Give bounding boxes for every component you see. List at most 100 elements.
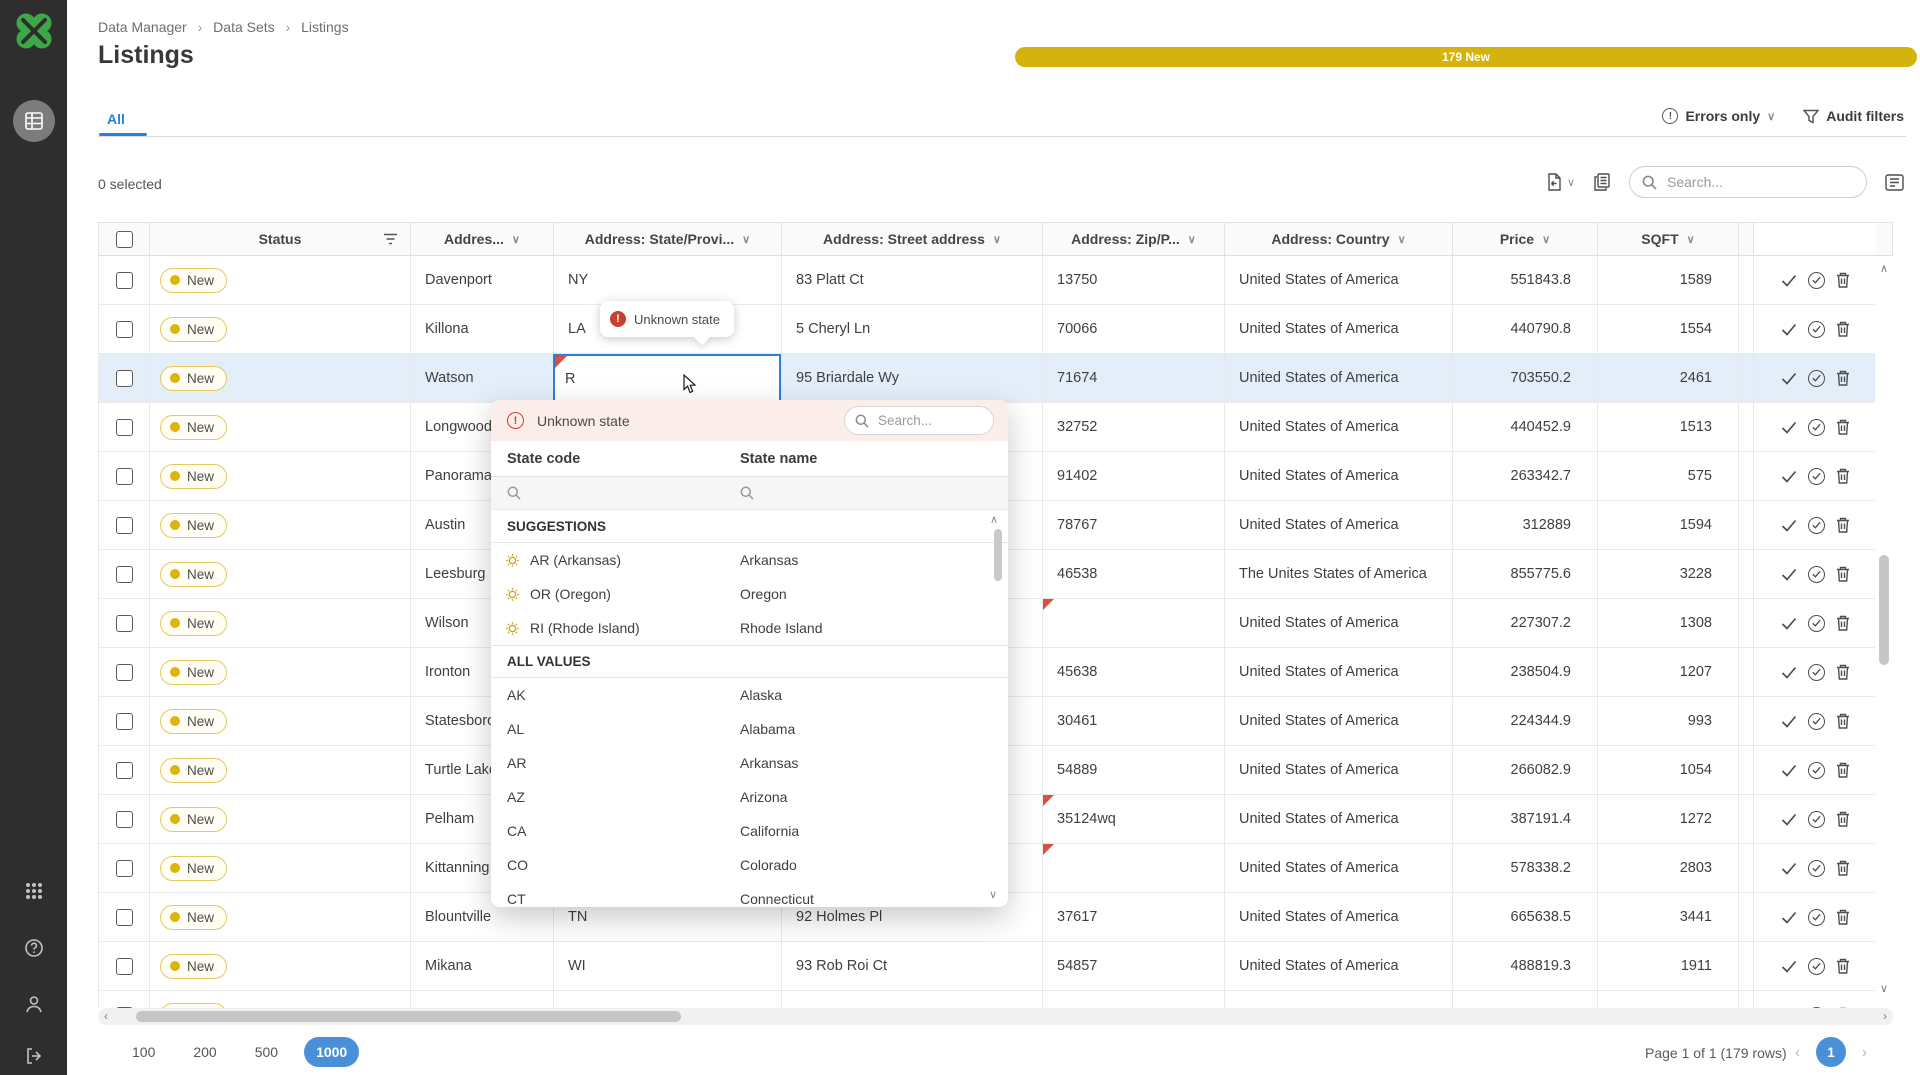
approve-check-icon[interactable] — [1781, 274, 1797, 287]
city-cell[interactable]: Mikana — [411, 942, 554, 990]
sqft-cell[interactable]: 2803 — [1598, 844, 1739, 892]
approve-check-icon[interactable] — [1781, 323, 1797, 336]
row-checkbox[interactable] — [116, 272, 133, 289]
sqft-cell[interactable]: 1594 — [1598, 501, 1739, 549]
price-cell[interactable]: 703550.2 — [1453, 354, 1598, 402]
country-cell[interactable]: United States of America — [1225, 893, 1453, 941]
chevron-down-icon[interactable]: ∨ — [1687, 233, 1695, 246]
table-search[interactable] — [1629, 166, 1867, 198]
price-cell[interactable]: 855775.6 — [1453, 550, 1598, 598]
delete-trash-icon[interactable] — [1836, 909, 1850, 925]
state-cell[interactable]: WI — [554, 942, 782, 990]
popup-scroll-down-icon[interactable]: ∨ — [986, 888, 1000, 901]
sqft-cell[interactable]: 1589 — [1598, 256, 1739, 304]
zip-cell[interactable]: 37617 — [1043, 893, 1225, 941]
side-panel-button[interactable] — [1885, 174, 1904, 191]
column-header-state[interactable]: Address: State/Provi...∨ — [554, 223, 782, 255]
row-checkbox[interactable] — [116, 713, 133, 730]
prev-page-icon[interactable]: ‹ — [1795, 1044, 1800, 1061]
approve-check-icon[interactable] — [1781, 666, 1797, 679]
zip-cell[interactable]: 32752 — [1043, 403, 1225, 451]
price-cell[interactable]: 263342.7 — [1453, 452, 1598, 500]
column-header-city[interactable]: Addres...∨ — [411, 223, 554, 255]
verify-circle-check-icon[interactable] — [1808, 762, 1825, 779]
city-cell[interactable]: Watson — [411, 354, 554, 402]
row-select-cell[interactable] — [99, 942, 150, 990]
price-cell[interactable]: 578338.2 — [1453, 844, 1598, 892]
chevron-down-icon[interactable]: ∨ — [512, 233, 520, 246]
zip-cell[interactable]: 30461 — [1043, 697, 1225, 745]
row-select-cell[interactable] — [99, 550, 150, 598]
popup-search[interactable] — [844, 406, 994, 435]
verify-circle-check-icon[interactable] — [1808, 566, 1825, 583]
zip-cell[interactable]: 85614 — [1043, 991, 1225, 1008]
row-select-cell[interactable] — [99, 452, 150, 500]
verify-circle-check-icon[interactable] — [1808, 958, 1825, 975]
sqft-cell[interactable]: 1554 — [1598, 305, 1739, 353]
price-cell[interactable]: 238504.9 — [1453, 648, 1598, 696]
scroll-left-icon[interactable]: ‹ — [104, 1009, 108, 1023]
country-cell[interactable]: United States of America — [1225, 501, 1453, 549]
approve-check-icon[interactable] — [1781, 372, 1797, 385]
country-cell[interactable]: United States of America — [1225, 354, 1453, 402]
row-select-cell[interactable] — [99, 893, 150, 941]
sqft-cell[interactable]: 1054 — [1598, 746, 1739, 794]
row-select-cell[interactable] — [99, 305, 150, 353]
chevron-down-icon[interactable]: ∨ — [1542, 233, 1550, 246]
delete-trash-icon[interactable] — [1836, 762, 1850, 778]
new-records-banner[interactable]: 179 New — [1015, 47, 1917, 67]
row-checkbox[interactable] — [116, 909, 133, 926]
sqft-cell[interactable]: 1513 — [1598, 403, 1739, 451]
column-header-price[interactable]: Price∨ — [1453, 223, 1598, 255]
verify-circle-check-icon[interactable] — [1808, 664, 1825, 681]
country-cell[interactable]: United States of America — [1225, 648, 1453, 696]
row-select-cell[interactable] — [99, 354, 150, 402]
country-cell[interactable]: United States of America — [1225, 795, 1453, 843]
country-cell[interactable]: United States of America — [1225, 452, 1453, 500]
city-cell[interactable]: Killona — [411, 305, 554, 353]
export-button[interactable]: ∨ — [1545, 173, 1575, 191]
approve-check-icon[interactable] — [1781, 421, 1797, 434]
approve-check-icon[interactable] — [1781, 519, 1797, 532]
current-page-button[interactable]: 1 — [1816, 1037, 1846, 1067]
country-cell[interactable]: United States of America — [1225, 991, 1453, 1008]
row-checkbox[interactable] — [116, 517, 133, 534]
chevron-down-icon[interactable]: ∨ — [1398, 233, 1406, 246]
row-checkbox[interactable] — [116, 370, 133, 387]
column-header-actions[interactable] — [1754, 223, 1876, 255]
chevron-down-icon[interactable]: ∨ — [1188, 233, 1196, 246]
row-checkbox[interactable] — [116, 615, 133, 632]
scroll-up-icon[interactable]: ∧ — [1875, 262, 1893, 275]
search-input[interactable] — [1665, 173, 1835, 191]
row-select-cell[interactable] — [99, 599, 150, 647]
zip-cell[interactable]: 78767 — [1043, 501, 1225, 549]
approve-check-icon[interactable] — [1781, 715, 1797, 728]
country-cell[interactable]: The Unites States of America — [1225, 550, 1453, 598]
table-row[interactable]: NewMikanaWI93 Rob Roi Ct54857United Stat… — [99, 942, 1893, 991]
approve-check-icon[interactable] — [1781, 470, 1797, 483]
price-cell[interactable]: 387191.4 — [1453, 795, 1598, 843]
price-cell[interactable]: 440452.9 — [1453, 403, 1598, 451]
country-cell[interactable]: United States of America — [1225, 403, 1453, 451]
approve-check-icon[interactable] — [1781, 764, 1797, 777]
suggestion-item[interactable]: OR (Oregon)Oregon — [491, 577, 1008, 611]
vertical-scrollbar[interactable]: ∧ ∨ — [1875, 257, 1893, 1025]
verify-circle-check-icon[interactable] — [1808, 860, 1825, 877]
table-row[interactable]: NewKillonaLA5 Cheryl Ln70066United State… — [99, 305, 1893, 354]
price-cell[interactable]: 227307.2 — [1453, 599, 1598, 647]
page-size-100[interactable]: 100 — [120, 1037, 167, 1067]
horizontal-scrollbar[interactable]: ‹ › — [98, 1008, 1893, 1025]
row-select-cell[interactable] — [99, 697, 150, 745]
row-select-cell[interactable] — [99, 844, 150, 892]
row-select-cell[interactable] — [99, 256, 150, 304]
state-cell[interactable]: NY — [554, 256, 782, 304]
row-checkbox[interactable] — [116, 664, 133, 681]
approve-check-icon[interactable] — [1781, 911, 1797, 924]
street-cell[interactable]: 5 Cheryl Ln — [782, 305, 1043, 353]
row-checkbox[interactable] — [116, 958, 133, 975]
sqft-cell[interactable]: 1911 — [1598, 942, 1739, 990]
price-cell[interactable]: 551843.8 — [1453, 256, 1598, 304]
street-cell[interactable]: 95 Briardale Wy — [782, 354, 1043, 402]
approve-check-icon[interactable] — [1781, 862, 1797, 875]
sqft-cell[interactable]: 1308 — [1598, 599, 1739, 647]
